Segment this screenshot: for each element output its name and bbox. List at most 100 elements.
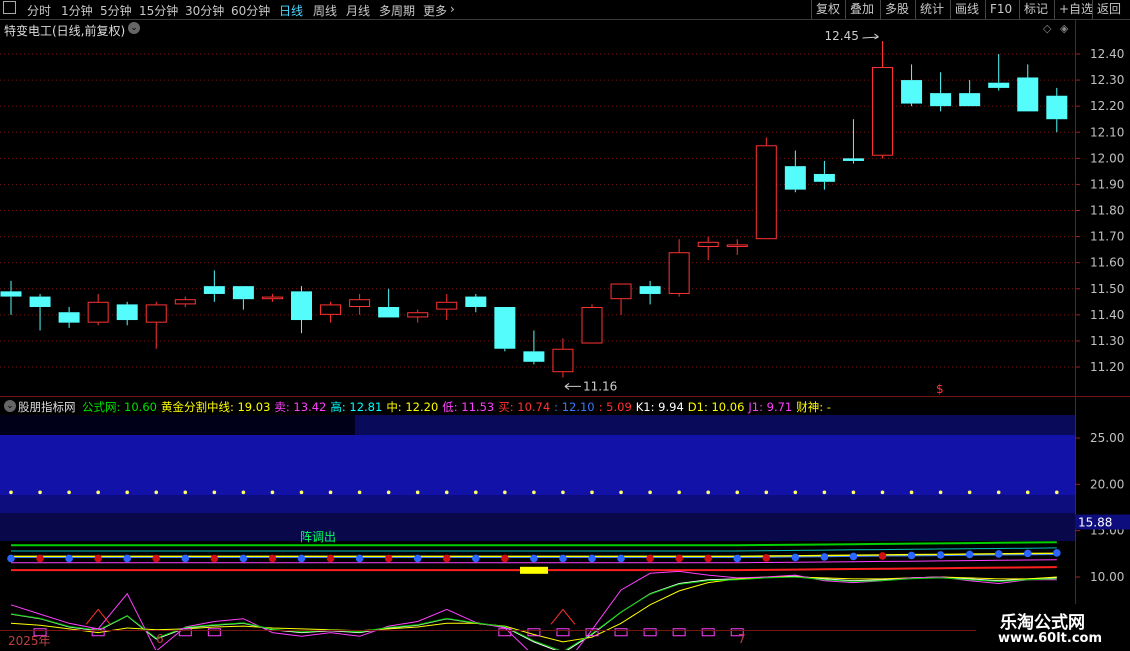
high-label: 12.45 xyxy=(825,29,859,43)
golden-midline-dot xyxy=(125,490,129,495)
candle-up xyxy=(697,241,719,248)
candle-down xyxy=(116,304,138,321)
signal-dot xyxy=(384,554,393,563)
candle-up xyxy=(87,301,109,323)
band-top xyxy=(355,415,1075,435)
indicator-value-12: 财神: - xyxy=(796,400,831,414)
date-label-june: 6 xyxy=(156,632,164,646)
indicator-name[interactable]: 股朋指标网 xyxy=(18,399,76,415)
golden-midline-dot xyxy=(357,490,362,495)
indicator-value-4: 中: 12.20 xyxy=(386,400,439,414)
low-label: 11.16 xyxy=(583,379,617,393)
golden-midline-dot xyxy=(561,490,565,495)
candle-down xyxy=(784,166,806,190)
candle-down xyxy=(842,158,864,161)
price-tick-label: 12.00 xyxy=(1090,151,1124,165)
candle-down xyxy=(291,291,312,321)
golden-midline-dot xyxy=(474,490,478,495)
low-arrow xyxy=(564,383,581,390)
golden-midline-dot xyxy=(590,490,594,495)
band-mid xyxy=(0,435,1075,495)
signal-dot xyxy=(588,554,596,563)
candle-up xyxy=(668,252,690,294)
golden-midline-dot xyxy=(415,490,420,495)
candle-down xyxy=(203,286,225,294)
indicator-value-6: 买: 10.74 xyxy=(498,400,551,414)
indicator-tick-label: 10.00 xyxy=(1090,570,1124,584)
signal-dot xyxy=(152,554,161,563)
golden-midline-dot xyxy=(9,490,13,495)
indicator-tick-label: 20.00 xyxy=(1090,477,1124,491)
price-tick-label: 12.10 xyxy=(1090,125,1124,139)
signal-dot xyxy=(646,554,654,563)
band-top-left xyxy=(0,415,355,435)
signal-dot xyxy=(965,550,974,559)
price-tick-label: 11.30 xyxy=(1090,334,1124,348)
indicator-value-11: J1: 9.71 xyxy=(748,400,793,414)
watermark-name: 乐淘公式网 xyxy=(1000,613,1085,633)
golden-midline-dot xyxy=(735,490,740,495)
watermark-url: www.60lt.com xyxy=(998,631,1103,646)
candle-up xyxy=(349,299,371,308)
golden-midline-dot xyxy=(677,490,681,495)
indicator-tick-label: 25.00 xyxy=(1090,431,1124,445)
price-tick-label: 11.90 xyxy=(1090,177,1124,191)
panel-divider xyxy=(0,396,1130,397)
golden-midline-dot xyxy=(154,490,159,495)
price-tick-label: 11.60 xyxy=(1090,256,1124,270)
price-tick-label: 12.40 xyxy=(1090,47,1124,61)
date-label-july: 7 xyxy=(738,632,746,646)
indicator-value-2: 卖: 13.42 xyxy=(274,400,327,414)
candle-down xyxy=(0,291,22,297)
indicator-value-10: D1: 10.06 xyxy=(687,400,745,414)
golden-midline-dot xyxy=(241,490,246,495)
golden-midline-dot xyxy=(386,490,391,495)
golden-midline-dot xyxy=(764,490,769,495)
indicator-value-8: : 5.09 xyxy=(598,400,632,414)
golden-midline-dot xyxy=(706,490,710,495)
signal-marker: $ xyxy=(936,382,944,396)
indicator-value-9: K1: 9.94 xyxy=(635,400,684,414)
candle-up xyxy=(755,145,777,240)
price-tick-label: 11.50 xyxy=(1090,282,1124,296)
signal-dot xyxy=(849,552,858,561)
candle-down xyxy=(930,93,952,107)
signal-dot xyxy=(617,554,625,563)
date-axis: 2025年 6 7 xyxy=(0,630,1075,651)
signal-dot xyxy=(413,554,422,563)
golden-midline-dot xyxy=(619,490,623,495)
golden-midline-dot xyxy=(444,490,449,495)
golden-midline-dot xyxy=(851,490,856,495)
candle-up xyxy=(872,67,893,156)
candle-up xyxy=(726,244,748,248)
candle-down xyxy=(232,286,254,300)
indicator-value-0: 公式网: 10.60 xyxy=(82,400,157,414)
indicator-chart: 阵调出 25.0020.0015.0010.0015.88 xyxy=(0,415,1130,650)
indicator-value-7: : 12.10 xyxy=(554,400,595,414)
price-tick-label: 12.30 xyxy=(1090,73,1124,87)
signal-dot xyxy=(7,554,15,563)
golden-midline-dot xyxy=(822,490,827,495)
signal-dot xyxy=(791,553,800,562)
golden-midline-dot xyxy=(270,490,275,495)
golden-midline-dot xyxy=(909,490,914,495)
signal-dot xyxy=(1053,549,1061,557)
candle-down xyxy=(523,351,545,362)
band-bottom xyxy=(0,513,1075,541)
signal-dot xyxy=(878,552,887,560)
signal-dot xyxy=(210,554,219,563)
indicator-value-1: 黄金分割中线: 19.03 xyxy=(160,400,271,414)
date-label-year: 2025年 xyxy=(8,634,51,648)
signal-dot xyxy=(501,554,509,563)
golden-midline-dot xyxy=(996,490,1001,495)
candle-down xyxy=(639,286,661,294)
chevron-down-icon[interactable]: ⌄ xyxy=(4,400,16,412)
peak-marker xyxy=(550,608,576,625)
signal-dot xyxy=(559,554,567,563)
candle-down xyxy=(1046,95,1068,120)
signal-dot xyxy=(181,554,190,563)
candlestick-chart: 12.40 12.30 12.20 12.10 12.00 11.90 11.80 11.70… xyxy=(0,29,1124,396)
indicator-value-3: 高: 12.81 xyxy=(330,400,383,414)
price-tick-label: 11.40 xyxy=(1090,308,1124,322)
signal-dot xyxy=(733,554,742,563)
